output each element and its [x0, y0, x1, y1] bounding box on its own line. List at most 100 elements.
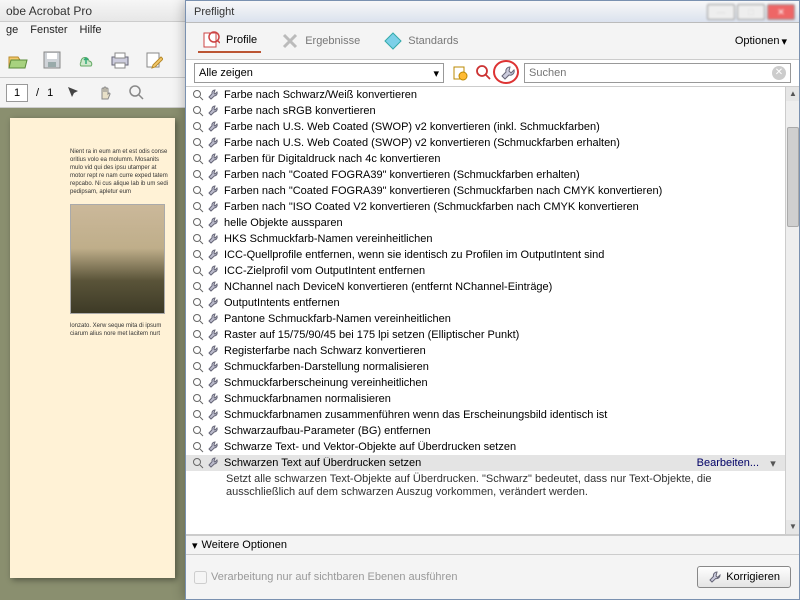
profile-item[interactable]: Farben für Digitaldruck nach 4c konverti…: [186, 151, 785, 167]
print-icon[interactable]: [108, 48, 132, 72]
profile-item[interactable]: Farbe nach U.S. Web Coated (SWOP) v2 kon…: [186, 119, 785, 135]
visible-layers-checkbox[interactable]: Verarbeitung nur auf sichtbaren Ebenen a…: [194, 571, 457, 584]
preflight-dialog: Preflight — □ ✕ Profile Ergebnisse Stand…: [185, 0, 800, 600]
chevron-down-icon[interactable]: ▾: [767, 457, 779, 470]
wrench-icon: [208, 185, 220, 197]
wrench-icon: [708, 570, 722, 584]
select-tool-icon[interactable]: [61, 81, 85, 105]
search-input[interactable]: [529, 67, 772, 79]
cloud-icon[interactable]: [74, 48, 98, 72]
scroll-up-icon[interactable]: ▲: [786, 87, 799, 101]
clear-search-icon[interactable]: ✕: [772, 66, 786, 80]
magnifier-icon: [192, 233, 204, 245]
profile-item[interactable]: Farben nach "ISO Coated V2 konvertieren …: [186, 199, 785, 215]
wrench-icon: [208, 313, 220, 325]
profile-item[interactable]: Schmuckfarben-Darstellung normalisieren: [186, 359, 785, 375]
profile-label: OutputIntents entfernen: [224, 297, 779, 309]
profile-item[interactable]: Schmuckfarbnamen normalisieren: [186, 391, 785, 407]
tab-standards[interactable]: Standards: [380, 30, 462, 52]
edit-icon[interactable]: [142, 48, 166, 72]
close-button[interactable]: ✕: [767, 4, 795, 20]
korrigieren-button[interactable]: Korrigieren: [697, 566, 791, 588]
profile-label: ICC-Zielprofil vom OutputIntent entferne…: [224, 265, 779, 277]
wrench-icon: [208, 89, 220, 101]
tab-ergebnisse[interactable]: Ergebnisse: [277, 30, 364, 52]
options-label: Optionen: [735, 35, 780, 47]
profile-item[interactable]: Farbe nach sRGB konvertieren: [186, 103, 785, 119]
options-dropdown[interactable]: Optionen ▾: [735, 35, 787, 48]
profile-item[interactable]: Schmuckfarberscheinung vereinheitlichen: [186, 375, 785, 391]
profile-item[interactable]: Schwarzen Text auf Überdrucken setzenBea…: [186, 455, 785, 471]
chevron-down-icon: ▾: [192, 539, 198, 552]
edit-link[interactable]: Bearbeiten...: [693, 457, 763, 469]
profile-item[interactable]: ICC-Quellprofile entfernen, wenn sie ide…: [186, 247, 785, 263]
hand-tool-icon[interactable]: [93, 81, 117, 105]
menu-item[interactable]: Hilfe: [80, 24, 102, 40]
page-number-input[interactable]: [6, 84, 28, 102]
checkbox-input[interactable]: [194, 571, 207, 584]
main-menubar: ge Fenster Hilfe: [0, 22, 185, 42]
wrench-icon: [208, 361, 220, 373]
magnifier-icon: [192, 153, 204, 165]
search-box[interactable]: ✕: [524, 63, 791, 83]
wrench-icon: [208, 345, 220, 357]
maximize-button[interactable]: □: [737, 4, 765, 20]
profile-label: Farbe nach U.S. Web Coated (SWOP) v2 kon…: [224, 137, 779, 149]
profile-label: Schmuckfarbnamen normalisieren: [224, 393, 779, 405]
save-icon[interactable]: [40, 48, 64, 72]
profile-item[interactable]: Farben nach "Coated FOGRA39" konvertiere…: [186, 183, 785, 199]
profile-item[interactable]: Schmuckfarbnamen zusammenführen wenn das…: [186, 407, 785, 423]
tab-profile[interactable]: Profile: [198, 29, 261, 53]
magnifier-icon: [192, 105, 204, 117]
profile-label: Schwarzaufbau-Parameter (BG) entfernen: [224, 425, 779, 437]
filter-dropdown[interactable]: Alle zeigen ▾: [194, 63, 444, 83]
menu-item[interactable]: ge: [6, 24, 18, 40]
profile-label: Farbe nach Schwarz/Weiß konvertieren: [224, 89, 779, 101]
profile-item[interactable]: Registerfarbe nach Schwarz konvertieren: [186, 343, 785, 359]
document-viewport[interactable]: Nient ra in eum am et est odis conse ori…: [0, 108, 185, 600]
profile-item[interactable]: NChannel nach DeviceN konvertieren (entf…: [186, 279, 785, 295]
profile-item[interactable]: Schwarze Text- und Vektor-Objekte auf Üb…: [186, 439, 785, 455]
expander-label: Weitere Optionen: [202, 539, 287, 551]
profile-item[interactable]: Farbe nach Schwarz/Weiß konvertieren: [186, 87, 785, 103]
profile-item[interactable]: Pantone Schmuckfarb-Namen vereinheitlich…: [186, 311, 785, 327]
filter-wrench-icon[interactable]: [498, 63, 518, 83]
profile-item[interactable]: HKS Schmuckfarb-Namen vereinheitlichen: [186, 231, 785, 247]
zoom-tool-icon[interactable]: [125, 81, 149, 105]
open-icon[interactable]: [6, 48, 30, 72]
menu-item[interactable]: Fenster: [30, 24, 67, 40]
dialog-titlebar[interactable]: Preflight — □ ✕: [186, 1, 799, 23]
scroll-down-icon[interactable]: ▼: [786, 520, 799, 534]
profile-label: ICC-Quellprofile entfernen, wenn sie ide…: [224, 249, 779, 261]
magnifier-icon: [192, 345, 204, 357]
filter-icon-2[interactable]: [474, 63, 494, 83]
profile-list-inner[interactable]: Farbe nach Schwarz/Weiß konvertieren Farb…: [186, 87, 785, 534]
magnifier-icon: [192, 281, 204, 293]
wrench-icon: [208, 169, 220, 181]
more-options-expander[interactable]: ▾ Weitere Optionen: [186, 535, 799, 555]
wrench-icon: [208, 265, 220, 277]
profile-item[interactable]: Raster auf 15/75/90/45 bei 175 lpi setze…: [186, 327, 785, 343]
profile-item[interactable]: ICC-Zielprofil vom OutputIntent entferne…: [186, 263, 785, 279]
wrench-icon: [208, 249, 220, 261]
scroll-thumb[interactable]: [787, 127, 799, 227]
magnifier-icon: [192, 329, 204, 341]
profile-label: Farbe nach U.S. Web Coated (SWOP) v2 kon…: [224, 121, 779, 133]
filter-icon-1[interactable]: [450, 63, 470, 83]
profile-label: Schmuckfarberscheinung vereinheitlichen: [224, 377, 779, 389]
minimize-button[interactable]: —: [707, 4, 735, 20]
profile-item[interactable]: OutputIntents entfernen: [186, 295, 785, 311]
wrench-icon: [208, 457, 220, 469]
profile-list: Farbe nach Schwarz/Weiß konvertieren Farb…: [186, 87, 799, 535]
profile-item[interactable]: Farbe nach U.S. Web Coated (SWOP) v2 kon…: [186, 135, 785, 151]
app-title: obe Acrobat Pro: [0, 0, 185, 22]
scrollbar[interactable]: ▲ ▼: [785, 87, 799, 534]
profile-item[interactable]: Farben nach "Coated FOGRA39" konvertiere…: [186, 167, 785, 183]
wrench-icon: [208, 441, 220, 453]
tab-label: Profile: [226, 34, 257, 46]
profile-item[interactable]: Schwarzaufbau-Parameter (BG) entfernen: [186, 423, 785, 439]
profile-label: Pantone Schmuckfarb-Namen vereinheitlich…: [224, 313, 779, 325]
profile-label: Raster auf 15/75/90/45 bei 175 lpi setze…: [224, 329, 779, 341]
profile-item[interactable]: helle Objekte aussparen: [186, 215, 785, 231]
wrench-icon: [208, 105, 220, 117]
